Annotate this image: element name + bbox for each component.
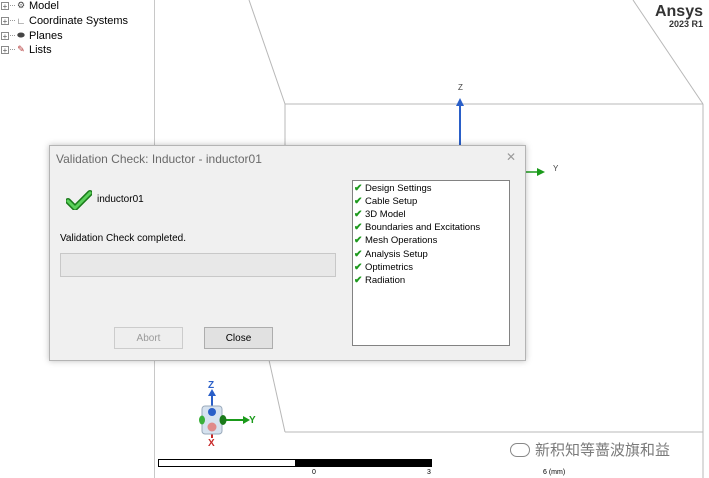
check-item-3d-model[interactable]: ✔ 3D Model bbox=[353, 208, 509, 221]
check-icon: ✔ bbox=[354, 248, 363, 260]
check-item-radiation[interactable]: ✔ Radiation bbox=[353, 274, 509, 287]
tree-item-label: Planes bbox=[29, 29, 63, 42]
tree-item-label: Coordinate Systems bbox=[29, 14, 129, 27]
coordinate-systems-icon: ∟ bbox=[16, 15, 26, 26]
watermark: 新积知等蔷波旗和益 bbox=[510, 439, 670, 460]
check-icon: ✔ bbox=[354, 222, 363, 234]
check-icon: ✔ bbox=[354, 183, 363, 195]
dialog-title: Validation Check: Inductor - inductor01 bbox=[56, 152, 262, 166]
triad-label-y: Y bbox=[249, 415, 256, 426]
check-icon: ✔ bbox=[354, 235, 363, 247]
scale-bar bbox=[158, 459, 432, 467]
planes-icon: ⬬ bbox=[17, 30, 25, 40]
triad-label-x: X bbox=[208, 438, 215, 449]
check-icon: ✔ bbox=[354, 261, 363, 273]
lists-icon: ✎ bbox=[17, 44, 25, 54]
check-item-boundaries-and-excitations[interactable]: ✔ Boundaries and Excitations bbox=[353, 221, 509, 234]
validation-check-dialog: Validation Check: Inductor - inductor01 … bbox=[49, 145, 526, 361]
check-item-optimetrics[interactable]: ✔ Optimetrics bbox=[353, 261, 509, 274]
abort-button[interactable]: Abort bbox=[114, 327, 183, 349]
expand-icon[interactable]: + bbox=[1, 1, 9, 10]
tree-item-label: Model bbox=[29, 0, 59, 12]
scale-tick-0: 0 bbox=[312, 469, 316, 476]
tree-item-coordinate-systems[interactable]: + ∟ Coordinate Systems bbox=[0, 13, 128, 28]
check-item-design-settings[interactable]: ✔ Design Settings bbox=[353, 182, 509, 195]
tree-item-label: Lists bbox=[29, 43, 52, 56]
tree-item-lists[interactable]: + ✎ Lists bbox=[0, 42, 52, 57]
close-icon[interactable]: ✕ bbox=[506, 150, 516, 164]
expand-icon[interactable]: + bbox=[1, 31, 9, 40]
expand-icon[interactable]: + bbox=[1, 16, 9, 25]
triad-label-z: Z bbox=[208, 380, 215, 391]
expand-icon[interactable]: + bbox=[1, 45, 9, 54]
success-check-icon bbox=[66, 190, 92, 210]
instance-name: inductor01 bbox=[97, 194, 144, 205]
status-message: Validation Check completed. bbox=[60, 233, 186, 244]
scale-tick-6: 6 (mm) bbox=[543, 469, 566, 476]
check-item-analysis-setup[interactable]: ✔ Analysis Setup bbox=[353, 247, 509, 260]
check-item-mesh-operations[interactable]: ✔ Mesh Operations bbox=[353, 234, 509, 247]
axis-label-z: Z bbox=[458, 83, 463, 92]
model-icon: ⚙ bbox=[16, 0, 26, 10]
check-icon: ✔ bbox=[354, 274, 363, 286]
orientation-triad bbox=[199, 389, 250, 438]
ansys-logo: Ansys 2023 R1 bbox=[654, 3, 703, 29]
check-icon: ✔ bbox=[354, 196, 363, 208]
check-icon: ✔ bbox=[354, 209, 363, 221]
wechat-icon bbox=[510, 442, 530, 457]
tree-item-planes[interactable]: + ⬬ Planes bbox=[0, 28, 63, 43]
scale-tick-3: 3 bbox=[427, 469, 431, 476]
progress-bar bbox=[60, 253, 336, 277]
check-item-cable-setup[interactable]: ✔ Cable Setup bbox=[353, 195, 509, 208]
validation-checklist[interactable]: ✔ Design Settings ✔ Cable Setup ✔ 3D Model … bbox=[352, 180, 510, 346]
axis-label-y: Y bbox=[553, 164, 559, 173]
close-button[interactable]: Close bbox=[204, 327, 273, 349]
tree-item-model[interactable]: + ⚙ Model bbox=[0, 0, 59, 13]
